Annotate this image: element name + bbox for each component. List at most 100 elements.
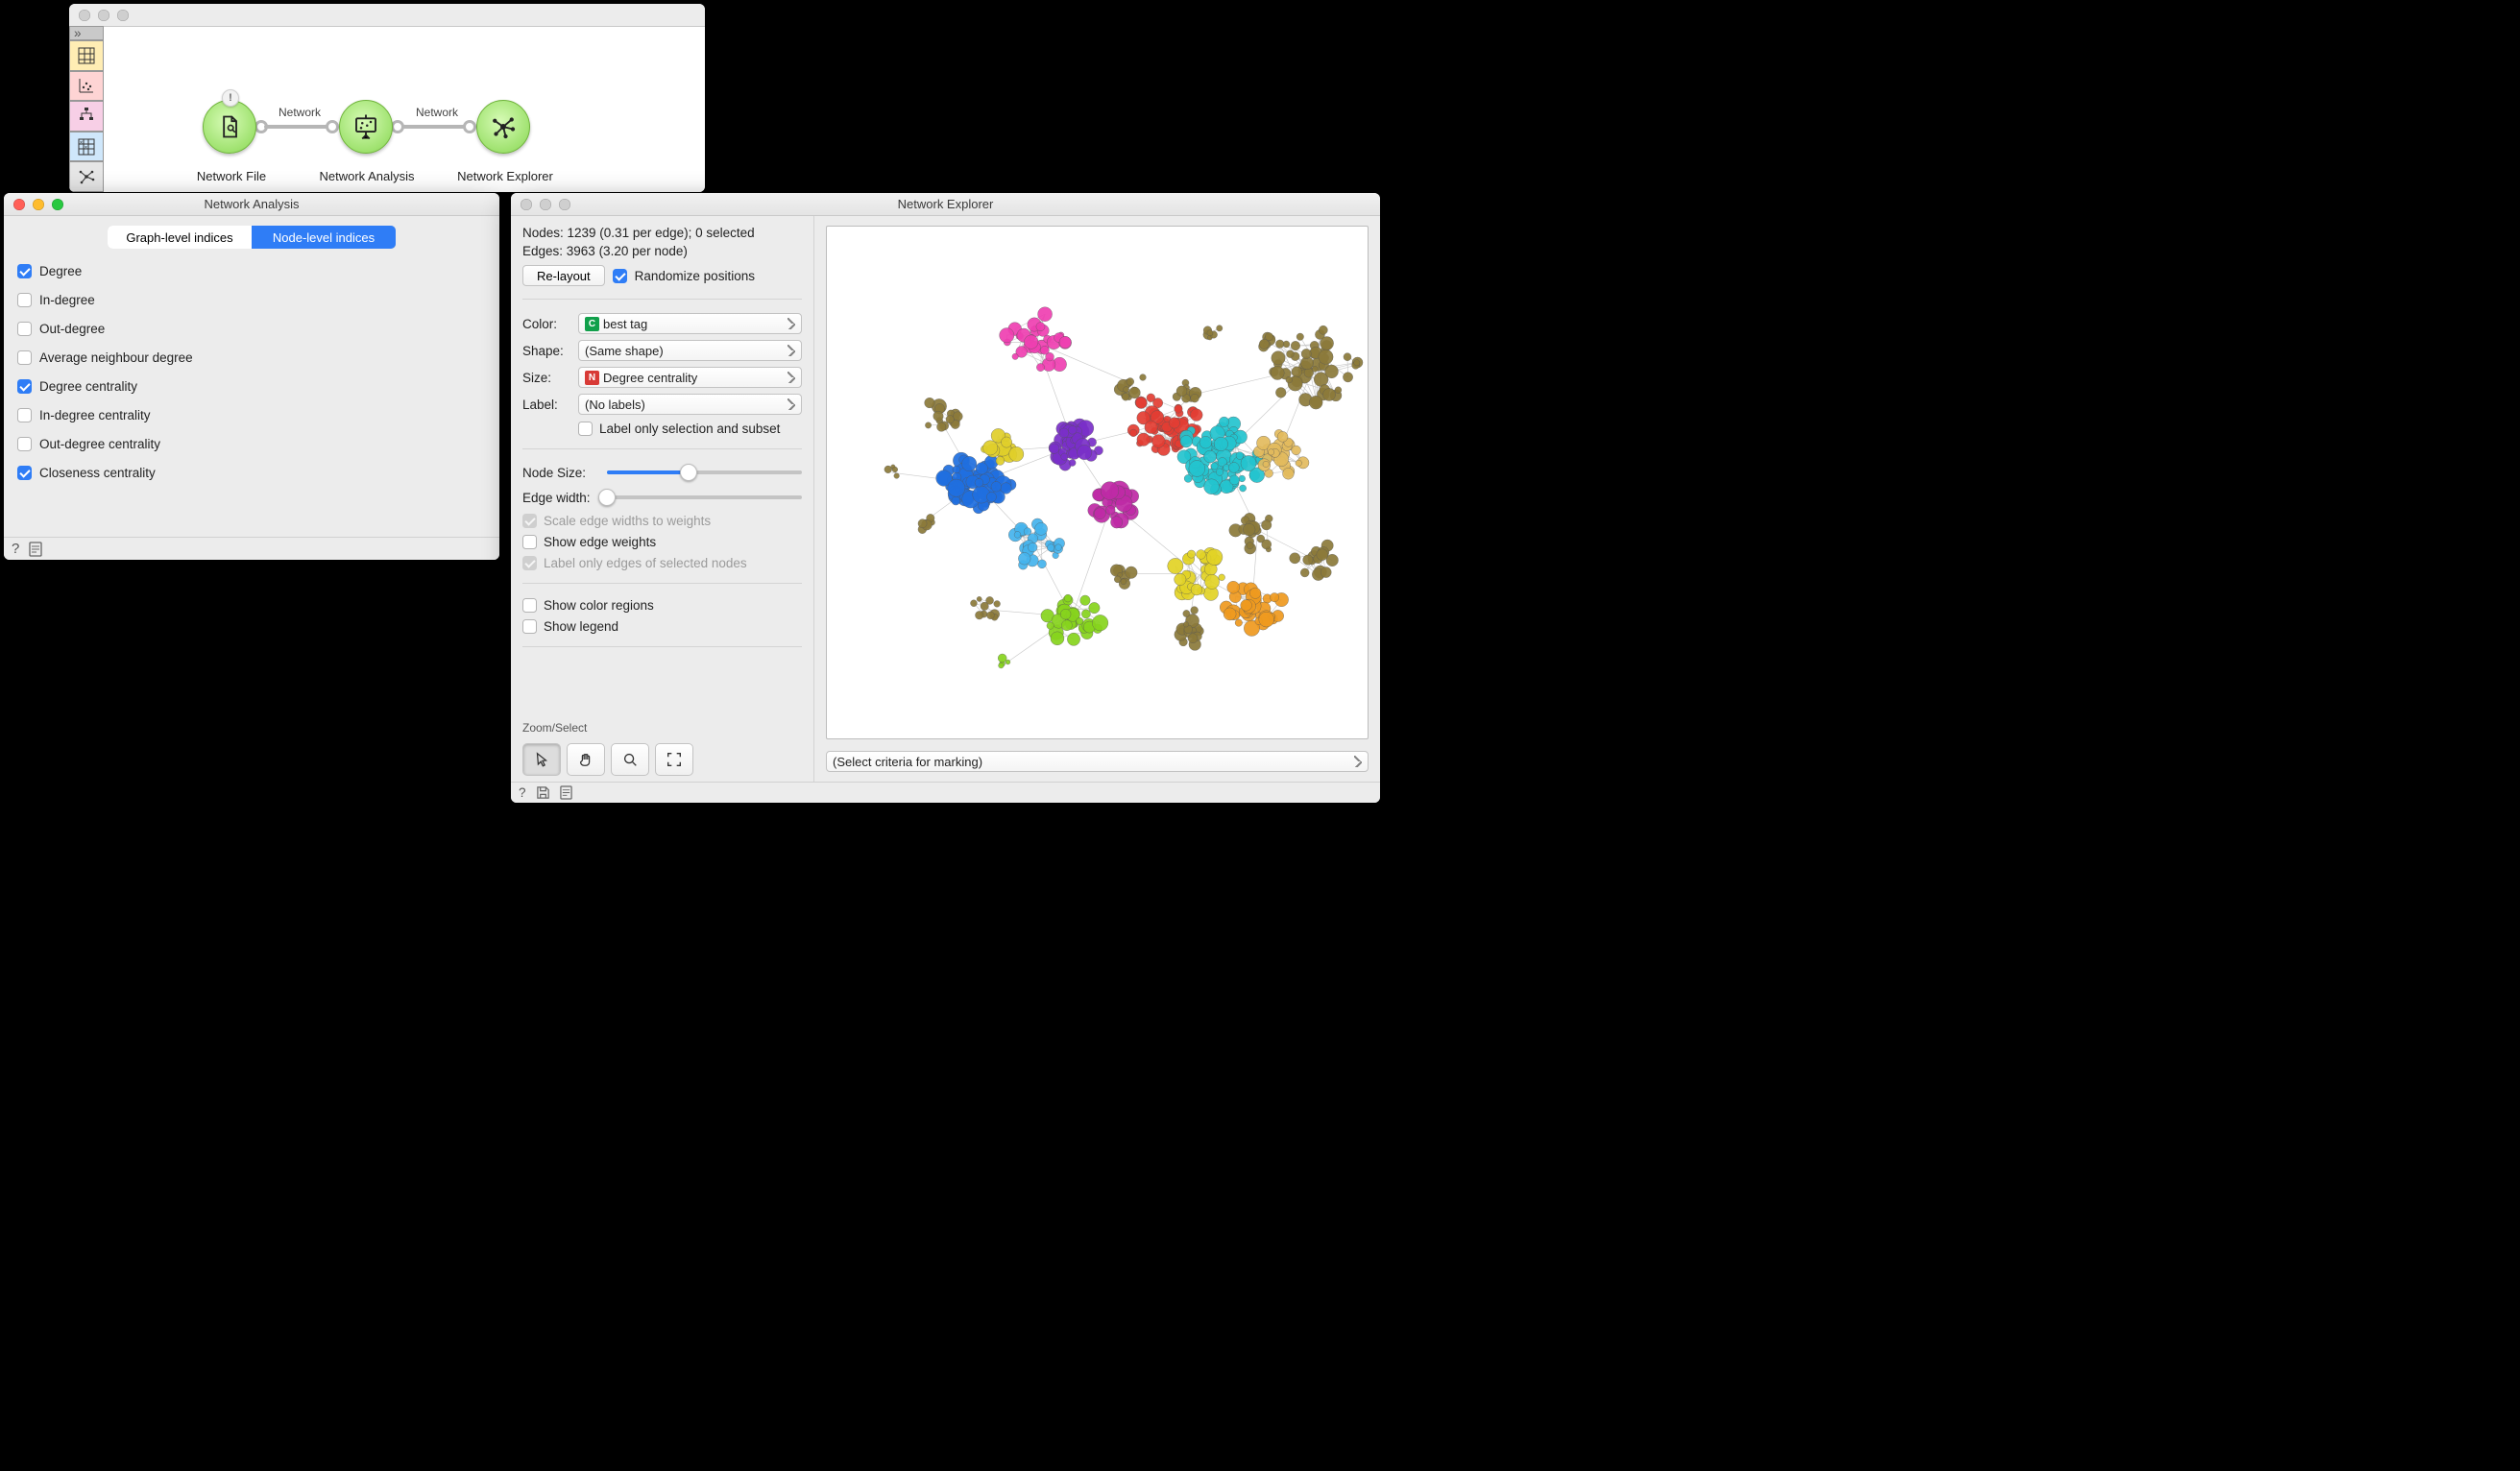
relayout-button[interactable]: Re-layout: [522, 265, 605, 286]
edge-label: Network: [279, 106, 321, 119]
scatter-icon[interactable]: [69, 71, 104, 102]
display-opt-label: Show legend: [544, 619, 618, 634]
edge-opt-label: Show edge weights: [544, 535, 656, 549]
index-checkbox-degree[interactable]: [17, 264, 32, 278]
node-size-label: Node Size:: [522, 466, 599, 480]
index-label: Out-degree centrality: [39, 437, 160, 451]
help-icon[interactable]: ?: [519, 785, 526, 800]
na-titlebar[interactable]: Network Analysis: [4, 193, 499, 216]
display-opt-checkbox[interactable]: [522, 598, 537, 613]
display-opt-label: Show color regions: [544, 598, 654, 613]
graph-icon: [489, 112, 518, 141]
index-label: Average neighbour degree: [39, 350, 193, 365]
canvas-titlebar[interactable]: [69, 4, 705, 27]
network-graph-view[interactable]: [826, 226, 1369, 739]
traffic-close-icon[interactable]: [521, 199, 532, 210]
node-size-slider[interactable]: [607, 470, 802, 474]
zoom-tool-button[interactable]: [611, 743, 649, 776]
report-icon[interactable]: [29, 542, 42, 557]
index-label: In-degree centrality: [39, 408, 151, 422]
index-checkbox-average-neighbour-degree[interactable]: [17, 350, 32, 365]
traffic-max-icon[interactable]: [559, 199, 570, 210]
edge-label: Network: [416, 106, 458, 119]
na-statusbar: ?: [4, 537, 499, 560]
canvas-surface[interactable]: Network Network ! Network File Network A…: [104, 27, 705, 192]
size-label: Size:: [522, 371, 570, 385]
traffic-min-icon[interactable]: [98, 10, 109, 21]
color-label: Color:: [522, 317, 570, 331]
window-title: Network Explorer: [511, 197, 1380, 211]
index-checkbox-in-degree[interactable]: [17, 293, 32, 307]
ne-statusbar: ?: [511, 782, 1380, 803]
fullscreen-tool-button[interactable]: [655, 743, 693, 776]
network-analysis-window: Network Analysis Graph-level indices Nod…: [4, 193, 499, 560]
index-checkbox-closeness-centrality[interactable]: [17, 466, 32, 480]
zoom-select-title: Zoom/Select: [522, 721, 802, 735]
index-label: Closeness centrality: [39, 466, 156, 480]
display-opt-checkbox[interactable]: [522, 619, 537, 634]
workflow-node-network-analysis[interactable]: [339, 100, 393, 154]
marking-criteria-select[interactable]: (Select criteria for marking): [826, 751, 1369, 772]
index-checkbox-out-degree-centrality[interactable]: [17, 437, 32, 451]
zoom-tools: [522, 743, 802, 776]
tab-node-level[interactable]: Node-level indices: [252, 226, 396, 249]
categorical-badge-icon: C: [585, 317, 599, 331]
network-explorer-window: Network Explorer Nodes: 1239 (0.31 per e…: [511, 193, 1380, 803]
warning-badge-icon: !: [222, 89, 239, 107]
edge-opt-checkbox[interactable]: [522, 535, 537, 549]
color-select[interactable]: C best tag: [578, 313, 802, 334]
edges-info: Edges: 3963 (3.20 per node): [522, 244, 802, 258]
traffic-max-icon[interactable]: [117, 10, 129, 21]
edge-width-slider[interactable]: [607, 495, 802, 499]
tab-graph-level[interactable]: Graph-level indices: [108, 226, 252, 249]
workflow-node-label: Network File: [193, 169, 270, 183]
sidebar-collapse-icon[interactable]: »: [69, 26, 104, 40]
traffic-min-icon[interactable]: [540, 199, 551, 210]
numeric-badge-icon: N: [585, 371, 599, 385]
index-label: Degree centrality: [39, 379, 137, 394]
workflow-node-label: Network Explorer: [448, 169, 563, 183]
traffic-max-icon[interactable]: [52, 199, 63, 210]
edge-opt-checkbox: [522, 514, 537, 528]
edge-opt-checkbox: [522, 556, 537, 570]
node-indices-list: Degree In-degree Out-degree Average neig…: [4, 253, 499, 491]
randomize-checkbox[interactable]: [613, 269, 627, 283]
index-label: In-degree: [39, 293, 95, 307]
help-icon[interactable]: ?: [12, 541, 19, 557]
svg-text:×: ×: [85, 145, 87, 151]
labelattr-label: Label:: [522, 398, 570, 412]
index-checkbox-degree-centrality[interactable]: [17, 379, 32, 394]
randomize-label: Randomize positions: [635, 269, 755, 283]
edge-opt-label: Scale edge widths to weights: [544, 514, 711, 528]
label-only-selection-label: Label only selection and subset: [599, 422, 780, 436]
tree-icon[interactable]: [69, 101, 104, 132]
window-title: Network Analysis: [4, 197, 499, 211]
label-only-selection-checkbox[interactable]: [578, 422, 593, 436]
save-icon[interactable]: [536, 785, 550, 800]
traffic-min-icon[interactable]: [33, 199, 44, 210]
ne-titlebar[interactable]: Network Explorer: [511, 193, 1380, 216]
index-checkbox-in-degree-centrality[interactable]: [17, 408, 32, 422]
workflow-node-network-explorer[interactable]: [476, 100, 530, 154]
report-icon[interactable]: [560, 785, 572, 800]
nodes-info: Nodes: 1239 (0.31 per edge); 0 selected: [522, 226, 802, 240]
workflow-node-network-file[interactable]: !: [203, 100, 256, 154]
index-label: Degree: [39, 264, 82, 278]
svg-text:×: ×: [80, 140, 83, 146]
index-checkbox-out-degree[interactable]: [17, 322, 32, 336]
workflow-node-label: Network Analysis: [312, 169, 422, 183]
labelattr-select[interactable]: (No labels): [578, 394, 802, 415]
hand-tool-button[interactable]: [567, 743, 605, 776]
shape-select[interactable]: (Same shape): [578, 340, 802, 361]
traffic-close-icon[interactable]: [13, 199, 25, 210]
easel-icon: [351, 112, 380, 141]
network-icon[interactable]: [69, 161, 104, 192]
explorer-side-panel: Nodes: 1239 (0.31 per edge); 0 selected …: [511, 216, 814, 782]
heatmap-icon[interactable]: ××: [69, 132, 104, 162]
table-icon[interactable]: [69, 40, 104, 71]
indices-tab-switch: Graph-level indices Node-level indices: [108, 226, 396, 249]
workflow-canvas-window: » ×× Network Network ! Network File: [69, 4, 705, 192]
pointer-tool-button[interactable]: [522, 743, 561, 776]
size-select[interactable]: N Degree centrality: [578, 367, 802, 388]
traffic-close-icon[interactable]: [79, 10, 90, 21]
